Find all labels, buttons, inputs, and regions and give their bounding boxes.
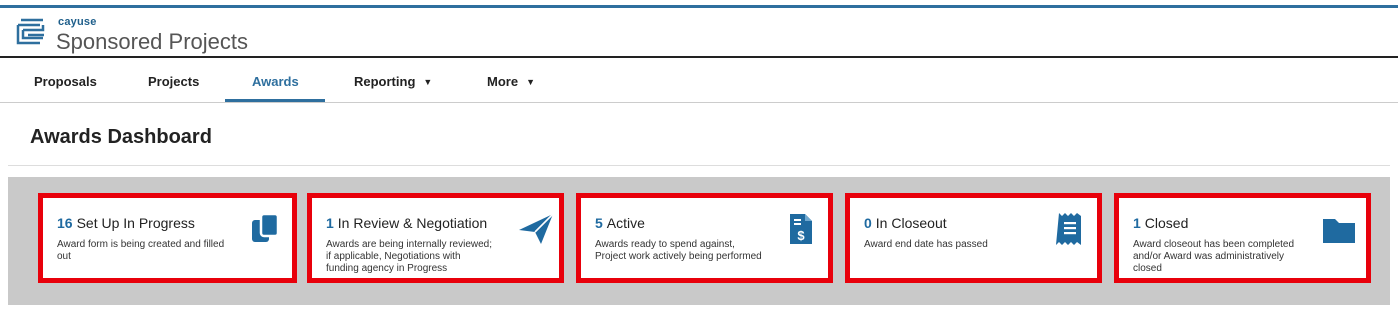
desc-line: Awards ready to spend against, bbox=[595, 239, 735, 250]
paper-plane-icon bbox=[519, 213, 554, 244]
card-set-up-in-progress[interactable]: 16 Set Up In Progress Award form is being… bbox=[38, 193, 297, 283]
card-count: 1 bbox=[326, 215, 334, 231]
invoice-dollar-icon: $ bbox=[790, 214, 812, 244]
card-in-closeout[interactable]: 0 In Closeout Award end date has passed bbox=[845, 193, 1102, 283]
svg-text:$: $ bbox=[797, 228, 805, 243]
card-title: 1 Closed bbox=[1133, 215, 1188, 231]
desc-line: and/or Award was administratively bbox=[1133, 251, 1284, 262]
desc-line: funding agency in Progress bbox=[326, 263, 448, 274]
card-count: 0 bbox=[864, 215, 872, 231]
desc-line: Project work actively being performed bbox=[595, 251, 762, 262]
card-description: Award closeout has been completed and/or… bbox=[1133, 239, 1294, 275]
card-active[interactable]: 5 Active Awards ready to spend against, P… bbox=[576, 193, 833, 283]
desc-line: Award form is being created and filled bbox=[57, 239, 225, 250]
card-title-text: Active bbox=[606, 215, 645, 231]
main-nav: Proposals Projects Awards Reporting ▼ Mor… bbox=[0, 60, 1398, 103]
card-title: 0 In Closeout bbox=[864, 215, 947, 231]
nav-reporting[interactable]: Reporting ▼ bbox=[354, 60, 432, 103]
nav-more[interactable]: More ▼ bbox=[487, 60, 535, 103]
card-description: Award end date has passed bbox=[864, 239, 988, 251]
card-description: Awards are being internally reviewed; if… bbox=[326, 239, 492, 275]
card-title-text: Closed bbox=[1144, 215, 1189, 231]
nav-proposals[interactable]: Proposals bbox=[34, 60, 97, 103]
desc-line: if applicable, Negotiations with bbox=[326, 251, 461, 262]
active-tab-indicator bbox=[225, 99, 325, 102]
card-in-review-negotiation[interactable]: 1 In Review & Negotiation Awards are bein… bbox=[307, 193, 564, 283]
card-title-text: Set Up In Progress bbox=[76, 215, 195, 231]
cayuse-logo-icon bbox=[16, 18, 45, 45]
desc-line: Awards are being internally reviewed; bbox=[326, 239, 493, 250]
card-title: 16 Set Up In Progress bbox=[57, 215, 195, 231]
card-count: 16 bbox=[57, 215, 73, 231]
brand-title: Sponsored Projects bbox=[56, 29, 248, 54]
nav-projects-label: Projects bbox=[148, 74, 200, 89]
desc-line: Award end date has passed bbox=[864, 239, 988, 250]
desc-line: closed bbox=[1133, 263, 1162, 274]
divider bbox=[8, 165, 1390, 166]
nav-reporting-label: Reporting bbox=[354, 74, 416, 89]
page-title: Awards Dashboard bbox=[30, 126, 212, 148]
chevron-down-icon: ▼ bbox=[526, 77, 535, 87]
receipt-icon bbox=[1056, 213, 1081, 245]
card-description: Award form is being created and filled o… bbox=[57, 239, 224, 263]
card-title-text: In Review & Negotiation bbox=[337, 215, 488, 231]
nav-more-label: More bbox=[487, 74, 519, 89]
copy-icon bbox=[252, 212, 280, 242]
nav-proposals-label: Proposals bbox=[34, 74, 97, 89]
desc-line: Award closeout has been completed bbox=[1133, 239, 1295, 250]
brand-small: cayuse bbox=[58, 16, 97, 28]
card-closed[interactable]: 1 Closed Award closeout has been complete… bbox=[1114, 193, 1371, 283]
card-title: 5 Active bbox=[595, 215, 645, 231]
chevron-down-icon: ▼ bbox=[423, 77, 433, 87]
nav-awards-label: Awards bbox=[252, 74, 299, 89]
app-header: cayuse Sponsored Projects bbox=[0, 8, 1398, 58]
nav-projects[interactable]: Projects bbox=[148, 60, 199, 103]
folder-icon bbox=[1323, 219, 1355, 243]
nav-awards[interactable]: Awards bbox=[252, 60, 299, 103]
card-count: 1 bbox=[1133, 215, 1141, 231]
card-count: 5 bbox=[595, 215, 603, 231]
card-description: Awards ready to spend against, Project w… bbox=[595, 239, 762, 263]
card-title: 1 In Review & Negotiation bbox=[326, 215, 487, 231]
desc-line: out bbox=[57, 251, 71, 262]
card-title-text: In Closeout bbox=[875, 215, 947, 231]
